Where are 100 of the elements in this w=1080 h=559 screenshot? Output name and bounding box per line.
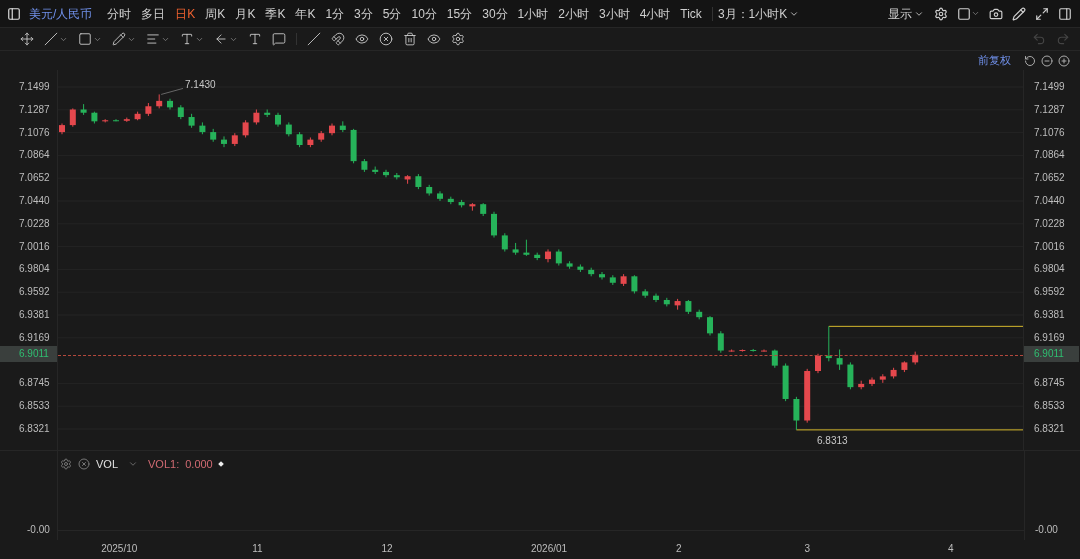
candle (415, 173, 422, 190)
high-price-label: 7.1430 (185, 78, 216, 92)
candle (285, 121, 292, 137)
candle (167, 98, 173, 110)
candle (469, 202, 476, 212)
candle (782, 362, 789, 402)
reset-icon[interactable] (1024, 54, 1036, 67)
price-tick: 7.0440 (1034, 194, 1065, 208)
comment-tool[interactable] (272, 32, 286, 46)
caret-icon (971, 9, 980, 18)
leader-line (160, 87, 184, 95)
close-icon[interactable] (78, 458, 90, 470)
candle (707, 315, 713, 336)
date-tick: 3 (804, 542, 810, 556)
period-tab[interactable]: 15分 (441, 4, 478, 23)
zoom-out-icon[interactable] (1041, 54, 1053, 67)
period-tab[interactable]: 3分 (349, 4, 378, 23)
period-tab[interactable]: 多日 (136, 4, 171, 23)
candle (588, 267, 595, 277)
zoom-in-icon[interactable] (1058, 54, 1070, 67)
current-price-tag: 6.9011 (0, 346, 57, 362)
display-dropdown[interactable]: 显示 (888, 4, 924, 23)
price-tick: 6.8745 (1034, 376, 1065, 391)
magnet-tool[interactable] (331, 32, 345, 46)
price-tick: 7.1499 (19, 80, 50, 94)
fullscreen-icon[interactable] (1035, 6, 1049, 21)
candle (912, 351, 919, 366)
series-label: VOL1: (148, 456, 180, 472)
visibility-tool[interactable] (355, 32, 369, 46)
candle (609, 274, 616, 286)
price-tick: 7.1076 (19, 125, 50, 140)
camera-icon[interactable] (989, 6, 1003, 21)
price-tick: 6.9592 (1034, 285, 1065, 300)
candle (113, 118, 119, 122)
price-tick: 6.9169 (19, 330, 50, 345)
price-tick: 6.9804 (19, 262, 50, 277)
candle (177, 104, 184, 120)
price-tick: 7.1499 (1034, 80, 1065, 94)
period-tab[interactable]: 2小时 (553, 4, 594, 23)
pencil-icon (112, 32, 126, 46)
period-tab[interactable]: 分时 (102, 4, 137, 23)
settings-tool[interactable] (451, 32, 465, 46)
speech-bubble-icon (272, 32, 286, 46)
candle (210, 128, 217, 143)
period-tab[interactable]: 10分 (406, 4, 442, 23)
date-tick: 2 (675, 542, 682, 556)
period-tab[interactable]: 周K (200, 4, 231, 23)
candle (361, 158, 368, 173)
price-tick: 7.0652 (19, 171, 50, 186)
indicator-name: VOL (96, 456, 118, 472)
candle (447, 196, 454, 205)
candle (91, 111, 98, 124)
range-dropdown[interactable]: 3月：1小时K (717, 4, 800, 23)
candle (642, 288, 649, 299)
period-tab[interactable]: 季K (260, 4, 291, 23)
period-tab[interactable]: 年K (290, 4, 321, 23)
date-tick: 11 (252, 542, 263, 556)
arrow-tool[interactable] (214, 32, 238, 46)
text-icon (248, 32, 262, 46)
period-tab[interactable]: 月K (230, 4, 261, 23)
price-tick: 6.9381 (19, 308, 50, 322)
candle (815, 353, 821, 374)
delete-tool[interactable] (403, 32, 417, 46)
hide-tool[interactable] (379, 32, 393, 46)
panel-toggle-icon[interactable] (1058, 6, 1072, 21)
candle (825, 325, 832, 362)
period-tab[interactable]: Tick (675, 4, 707, 23)
period-tab[interactable]: 3小时 (593, 4, 635, 23)
period-tab[interactable]: 1分 (320, 4, 350, 23)
candle (663, 297, 670, 307)
period-tab[interactable]: 30分 (477, 4, 513, 23)
candle (739, 349, 746, 353)
price-tick: 7.0016 (19, 239, 50, 254)
price-tick: 6.9592 (19, 285, 50, 300)
price-tick: 6.8321 (19, 422, 50, 436)
period-tab[interactable]: 日K (170, 4, 201, 23)
move-tool[interactable] (20, 32, 34, 46)
candle (653, 293, 659, 303)
price-adjust-button[interactable]: 前复权 (978, 52, 1011, 69)
t-icon (180, 32, 194, 46)
candle (221, 135, 227, 148)
candle (199, 121, 206, 135)
candle (599, 271, 605, 281)
pencil-icon[interactable] (1012, 6, 1026, 21)
period-tab[interactable]: 1小时 (512, 4, 554, 23)
text-tool[interactable] (248, 32, 262, 46)
price-tick: 6.9804 (1034, 262, 1065, 277)
draw-tool[interactable] (112, 32, 136, 46)
candle (901, 360, 908, 373)
layout-dropdown[interactable] (957, 6, 980, 21)
period-tab[interactable]: 5分 (377, 4, 407, 23)
period-tab[interactable]: 4小时 (634, 4, 676, 23)
sidebar-toggle-icon[interactable] (7, 6, 21, 21)
price-tick: 7.0016 (1034, 239, 1065, 254)
candle (523, 239, 530, 257)
shape-tool[interactable] (78, 32, 102, 46)
candle (480, 202, 487, 217)
volume-tick: -0.00 (27, 523, 51, 537)
line-tool[interactable] (44, 32, 68, 46)
symbol-title[interactable]: 美元/人民币 (29, 4, 93, 23)
